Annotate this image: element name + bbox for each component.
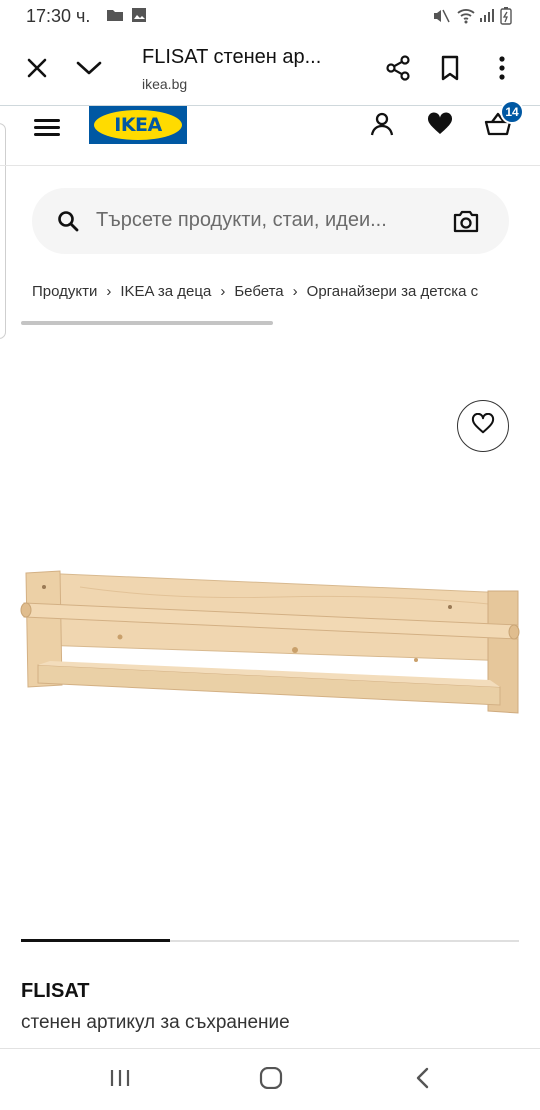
close-tab-button[interactable] [19,52,55,88]
product-name: FLISAT [21,980,90,1002]
back-button[interactable] [403,1065,443,1095]
bookmark-icon [440,55,460,86]
recent-apps-button[interactable] [100,1065,140,1095]
product-image[interactable] [20,565,522,720]
ikea-logo[interactable]: IKEA [89,106,187,144]
chevron-down-icon [76,60,102,81]
menu-icon[interactable] [34,115,60,137]
bookmark-button[interactable] [432,52,468,88]
signal-icon [479,7,495,28]
camera-icon[interactable] [452,208,480,239]
back-icon [415,1067,431,1094]
collapse-button[interactable] [71,52,107,88]
heart-icon [427,111,453,141]
image-carousel-progress-fill [21,939,171,942]
page-url: ikea.bg [142,76,188,92]
share-icon [384,54,412,87]
logo-oval: IKEA [94,110,182,140]
status-time: 17:30 ч. [26,6,91,26]
breadcrumb-item-babies[interactable]: Бебета [234,283,283,300]
more-vert-icon [498,55,506,85]
browser-toolbar: FLISAT стенен ар... ikea.bg [0,34,540,106]
share-button[interactable] [380,52,416,88]
search-icon [56,209,80,238]
battery-icon [500,7,512,30]
breadcrumb-item-products[interactable]: Продукти [32,283,97,300]
breadcrumb: Продукти › IKEA за деца › Бебета › Органайзери… [32,283,520,305]
status-bar: 17:30 ч. [0,0,540,34]
cart-count-badge: 14 [500,100,524,124]
user-icon [369,111,395,142]
chevron-right-icon: › [106,283,112,300]
home-icon [259,1066,283,1094]
close-icon [26,57,48,84]
breadcrumb-item-organisers[interactable]: Органайзери за детска с [307,283,479,300]
system-nav-bar [0,1048,540,1110]
logo-text: IKEA [114,114,162,136]
more-options-button[interactable] [484,52,520,88]
home-button[interactable] [251,1065,291,1095]
add-to-favourites-button[interactable] [457,400,509,452]
heart-outline-icon [471,412,495,440]
wifi-icon [456,7,476,30]
page-title: FLISAT стенен ар... [142,46,322,68]
mute-icon [432,7,450,30]
recent-apps-icon [109,1068,131,1093]
image-icon [131,7,147,28]
account-button[interactable] [366,110,398,142]
search-input[interactable]: Търсете продукти, стаи, идеи... [96,209,387,232]
chevron-right-icon: › [292,283,298,300]
breadcrumb-item-kids[interactable]: IKEA за деца [120,283,211,300]
product-description: стенен артикул за съхранение [21,1012,290,1033]
chevron-right-icon: › [220,283,226,300]
folder-icon [106,7,124,28]
site-header: IKEA 14 [0,100,540,166]
favourites-button[interactable] [424,110,456,142]
breadcrumb-scrollbar[interactable] [21,321,273,325]
search-box[interactable]: Търсете продукти, стаи, идеи... [32,188,509,254]
image-carousel-progress[interactable] [21,939,519,942]
